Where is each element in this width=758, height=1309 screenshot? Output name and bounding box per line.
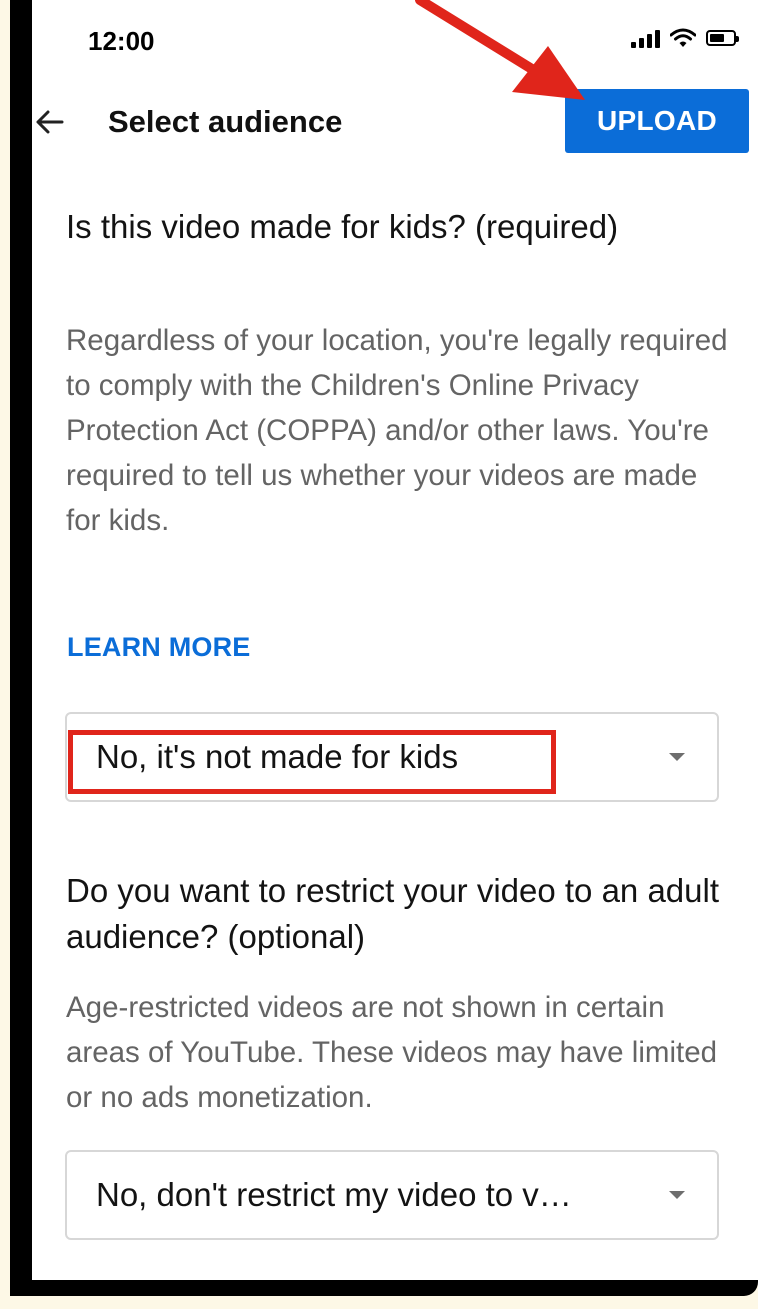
- battery-icon: [706, 30, 739, 46]
- kids-question-description: Regardless of your location, you're lega…: [66, 324, 728, 537]
- upload-button[interactable]: UPLOAD: [565, 89, 749, 153]
- chevron-down-icon: [669, 1191, 685, 1199]
- kids-question-title: Is this video made for kids? (required): [66, 208, 619, 245]
- screen: 12:00 Select audience UPLOAD Is this vid…: [32, 0, 758, 1280]
- wifi-icon: [670, 28, 696, 47]
- chevron-down-icon: [669, 753, 685, 761]
- signal-icon: [631, 28, 660, 48]
- age-restriction-question-title: Do you want to restrict your video to an…: [66, 872, 720, 955]
- age-restriction-select[interactable]: No, don't restrict my video to v…: [65, 1150, 719, 1240]
- learn-more-link[interactable]: LEARN MORE: [67, 632, 251, 663]
- page-title: Select audience: [108, 104, 343, 139]
- age-restriction-question-description: Age-restricted videos are not shown in c…: [66, 991, 718, 1114]
- back-arrow-icon[interactable]: [32, 100, 76, 144]
- status-icons: [631, 28, 739, 48]
- annotation-highlight-box: [68, 730, 556, 794]
- status-time: 12:00: [88, 26, 155, 56]
- age-restriction-selected-value: No, don't restrict my video to v…: [96, 1176, 572, 1213]
